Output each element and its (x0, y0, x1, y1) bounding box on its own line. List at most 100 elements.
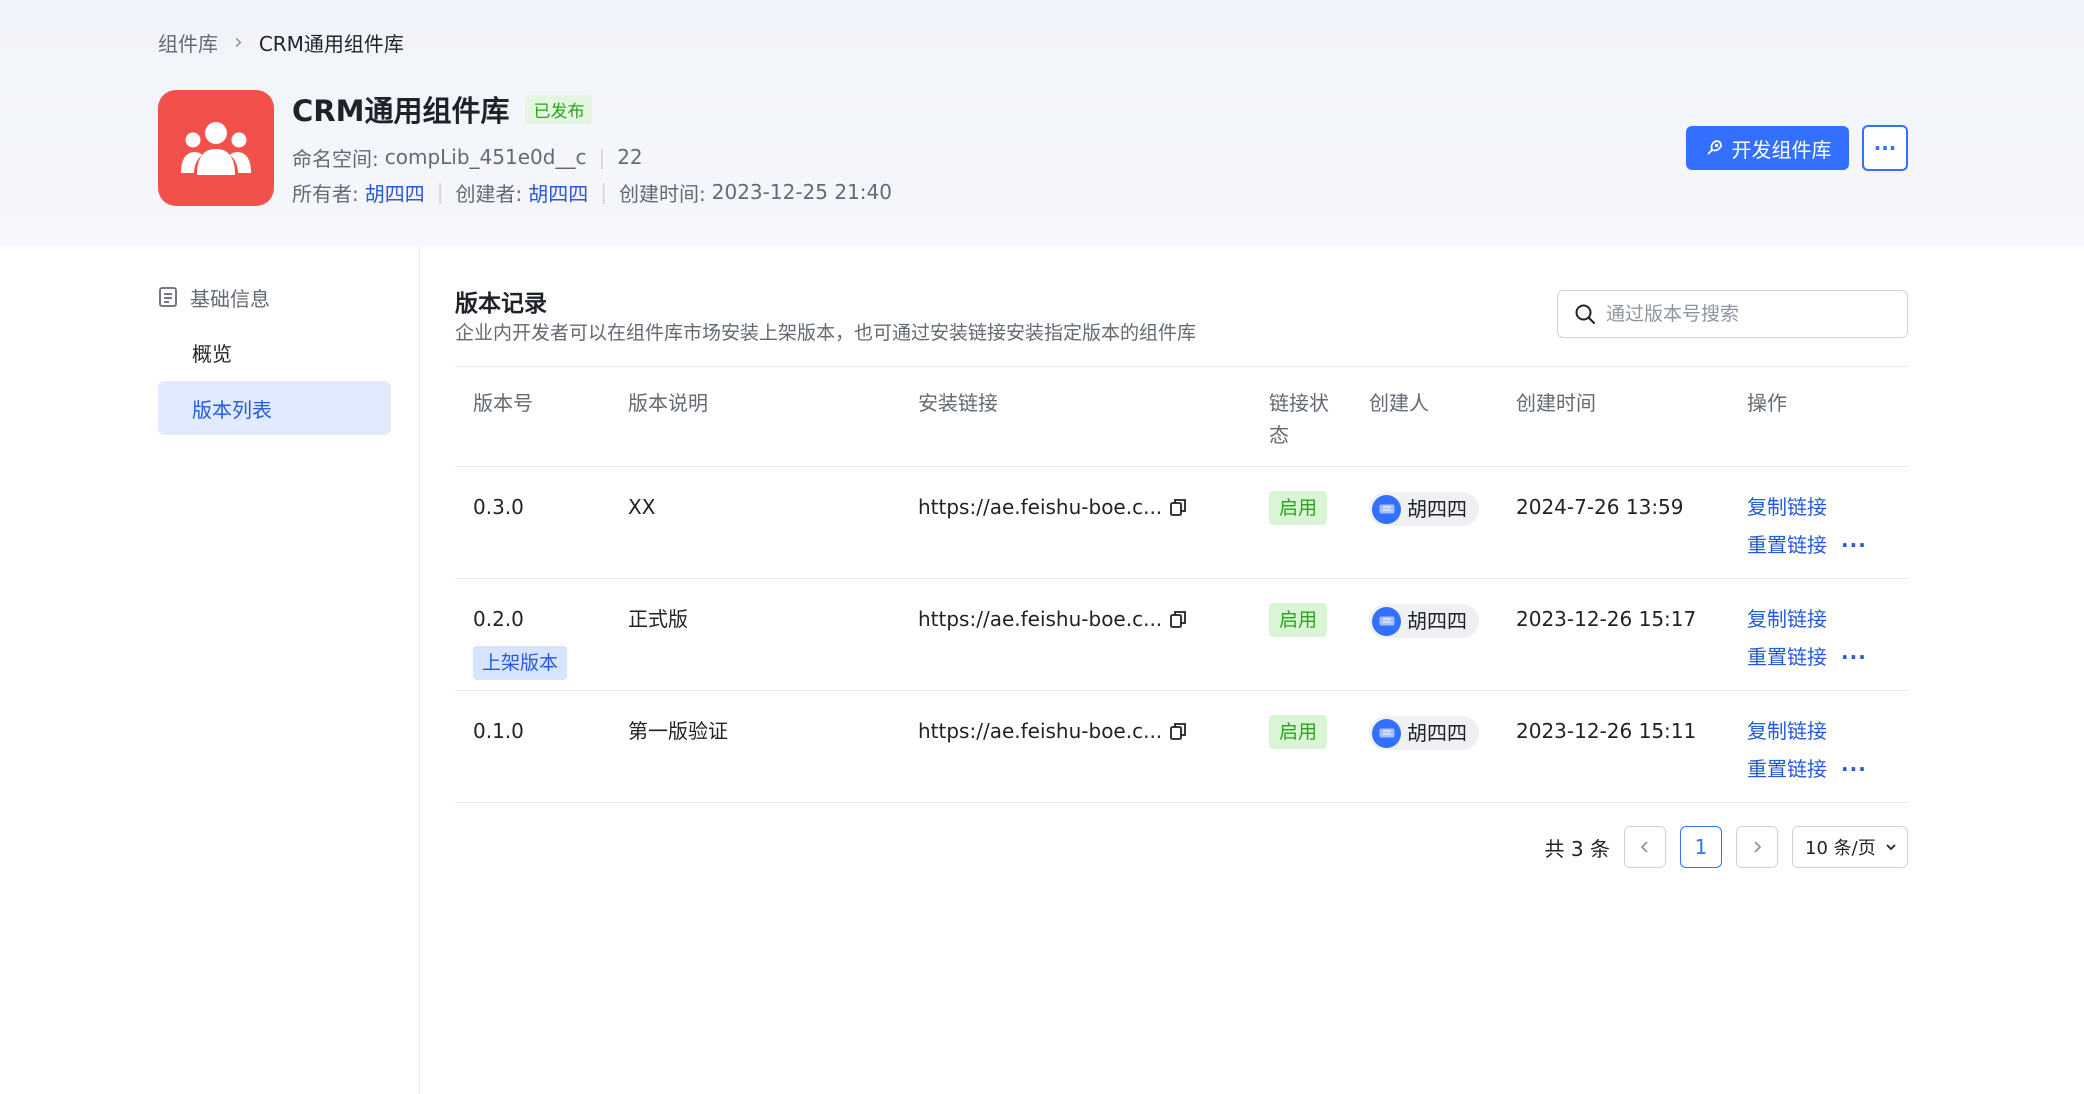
link-status-cell: 启用 (1269, 603, 1339, 637)
develop-label: 开发组件库 (1731, 137, 1832, 162)
chevron-left-icon (1640, 841, 1648, 853)
version-table: 版本号 版本说明 安装链接 链接状态 创建人 创建时间 操作 0.3.0 XX … (455, 366, 1908, 803)
page-button-current[interactable]: 1 (1680, 826, 1722, 868)
version-description: 第一版验证 (628, 719, 728, 743)
row-actions: 复制链接 重置链接 ··· (1747, 491, 1867, 561)
install-link-cell: https://ae.feishu-boe.c... (918, 603, 1187, 635)
version-number: 0.3.0 (473, 495, 524, 519)
reset-link-button[interactable]: 重置链接 (1747, 753, 1827, 785)
version-number: 0.2.0 (473, 607, 524, 631)
table-header: 版本号 版本说明 安装链接 链接状态 创建人 创建时间 操作 (455, 366, 1908, 467)
breadcrumb: 组件库 › CRM通用组件库 (158, 28, 404, 56)
install-link: https://ae.feishu-boe.c... (918, 719, 1163, 743)
status-badge: 启用 (1269, 491, 1328, 525)
copy-icon[interactable] (1170, 498, 1187, 516)
copy-icon[interactable] (1170, 722, 1187, 740)
creator-name: 胡四四 (1407, 497, 1467, 521)
copy-icon[interactable] (1170, 610, 1187, 628)
avatar (1372, 606, 1401, 636)
more-actions-button[interactable]: ··· (1862, 125, 1908, 171)
row-actions: 复制链接 重置链接 ··· (1747, 715, 1867, 785)
develop-icon (1706, 140, 1722, 155)
reset-link-button[interactable]: 重置链接 (1747, 641, 1827, 673)
component-count: 22 (617, 145, 643, 169)
page-size-select[interactable]: 10 条/页 (1792, 826, 1908, 868)
row-more-icon[interactable]: ··· (1841, 753, 1867, 785)
avatar (1372, 718, 1401, 748)
pagination: 共 3 条 1 10 条/页 (1545, 826, 1908, 868)
published-version-tag: 上架版本 (473, 646, 568, 680)
page-size-value: 10 条/页 (1805, 838, 1876, 859)
search-input[interactable] (1606, 303, 1886, 325)
link-status-cell: 启用 (1269, 715, 1339, 749)
chevron-down-icon (1886, 844, 1896, 851)
user-chip[interactable]: 胡四四 (1369, 716, 1479, 750)
search-box[interactable] (1557, 290, 1908, 338)
develop-library-button[interactable]: 开发组件库 (1686, 126, 1849, 170)
table-row: 0.3.0 XX https://ae.feishu-boe.c... 启用 胡… (455, 467, 1908, 579)
sidebar-divider (419, 246, 420, 1094)
created-value: 2023-12-25 21:40 (711, 180, 892, 204)
owner-row: 所有者: 胡四四 | 创建者: 胡四四 | 创建时间: 2023-12-25 2… (292, 177, 892, 207)
creator-name: 胡四四 (1407, 721, 1467, 745)
reset-link-button[interactable]: 重置链接 (1747, 529, 1827, 561)
copy-link-button[interactable]: 复制链接 (1747, 491, 1867, 523)
search-icon (1575, 304, 1595, 324)
user-chip[interactable]: 胡四四 (1369, 492, 1479, 526)
header-creator: 创建人 (1369, 391, 1429, 415)
library-logo (158, 90, 274, 206)
chevron-right-icon: › (234, 29, 243, 55)
created-label: 创建时间: (619, 181, 706, 206)
namespace-label: 命名空间: (292, 146, 379, 171)
install-link: https://ae.feishu-boe.c... (918, 607, 1163, 631)
sidebar-item-version-list[interactable]: 版本列表 (158, 381, 391, 435)
created-time: 2024-7-26 13:59 (1516, 495, 1684, 519)
creator-cell: 胡四四 (1369, 603, 1479, 638)
table-row: 0.1.0 第一版验证 https://ae.feishu-boe.c... 启… (455, 691, 1908, 803)
namespace-row: 命名空间: compLib_451e0d__c | 22 (292, 142, 643, 172)
document-icon (159, 287, 177, 307)
creator-name: 胡四四 (1407, 609, 1467, 633)
section-title: 版本记录 (455, 291, 547, 317)
header-link-status: 链接状态 (1269, 391, 1329, 447)
divider: | (598, 145, 606, 169)
status-badge: 启用 (1269, 603, 1328, 637)
status-badge: 已发布 (525, 94, 593, 124)
breadcrumb-current: CRM通用组件库 (258, 31, 404, 56)
copy-link-button[interactable]: 复制链接 (1747, 603, 1867, 635)
next-page-button[interactable] (1736, 826, 1778, 868)
breadcrumb-root[interactable]: 组件库 (158, 28, 218, 57)
creator-label: 创建者: (455, 181, 523, 206)
header-install-link: 安装链接 (918, 391, 998, 415)
row-more-icon[interactable]: ··· (1841, 529, 1867, 561)
user-chip[interactable]: 胡四四 (1369, 604, 1479, 638)
sidebar-item-overview[interactable]: 概览 (158, 325, 391, 379)
version-number: 0.1.0 (473, 719, 524, 743)
header-description: 版本说明 (628, 391, 708, 415)
creator-link[interactable]: 胡四四 (528, 178, 588, 207)
users-icon (181, 122, 251, 175)
status-badge: 启用 (1269, 715, 1328, 749)
link-status-cell: 启用 (1269, 491, 1339, 525)
header-actions: 操作 (1747, 391, 1787, 415)
sidebar-group-label: 基础信息 (190, 286, 270, 311)
chevron-right-icon (1754, 841, 1762, 853)
header-created-time: 创建时间 (1516, 391, 1596, 415)
install-link-cell: https://ae.feishu-boe.c... (918, 715, 1187, 747)
created-time: 2023-12-26 15:17 (1516, 607, 1697, 631)
owner-label: 所有者: (292, 181, 359, 206)
copy-link-button[interactable]: 复制链接 (1747, 715, 1867, 747)
page-title: CRM通用组件库 (292, 94, 510, 128)
row-actions: 复制链接 重置链接 ··· (1747, 603, 1867, 673)
install-link: https://ae.feishu-boe.c... (918, 495, 1163, 519)
sidebar-group: 基础信息 (158, 282, 270, 312)
created-time: 2023-12-26 15:11 (1516, 719, 1697, 743)
total-count: 共 3 条 (1544, 836, 1610, 861)
row-more-icon[interactable]: ··· (1841, 641, 1867, 673)
divider: | (436, 180, 444, 204)
prev-page-button[interactable] (1624, 826, 1666, 868)
title-row: CRM通用组件库 已发布 (292, 90, 593, 128)
creator-cell: 胡四四 (1369, 491, 1479, 526)
owner-link[interactable]: 胡四四 (365, 178, 425, 207)
avatar (1372, 494, 1401, 524)
